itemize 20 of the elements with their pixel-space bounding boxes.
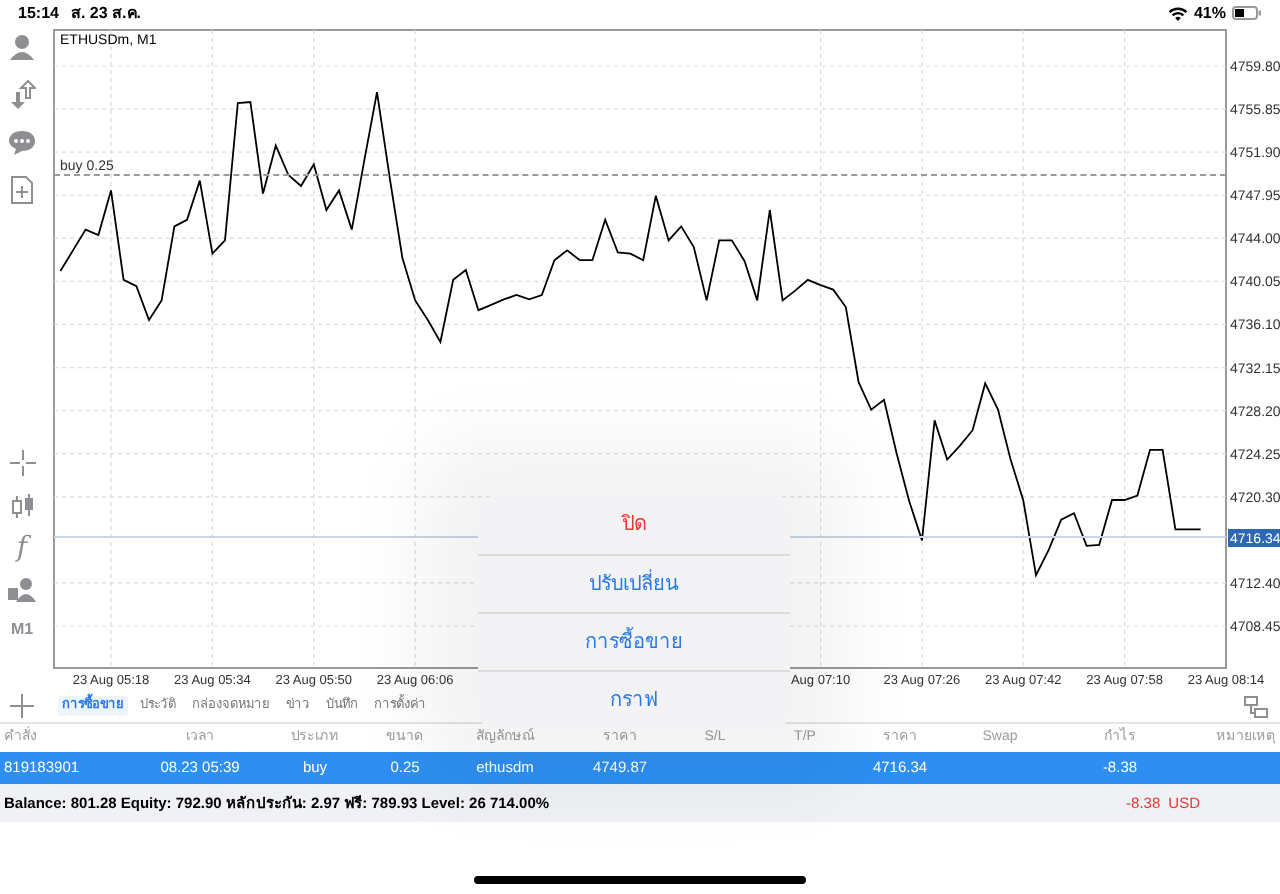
people-icon[interactable]: [8, 576, 36, 602]
menu-item[interactable]: ปิด: [478, 496, 790, 554]
timeframe-button[interactable]: M1: [10, 618, 34, 642]
add-icon[interactable]: [10, 694, 34, 718]
chat-icon[interactable]: [8, 128, 36, 158]
status-date: ส. 23 ส.ค.: [70, 1, 141, 25]
menu-item[interactable]: การซื้อขาย: [478, 612, 790, 670]
menu-item[interactable]: กราฟ: [478, 670, 790, 728]
arrows-icon[interactable]: [8, 80, 36, 110]
battery-icon: [1232, 6, 1262, 20]
wifi-icon: [1167, 5, 1188, 21]
clock-time: 15:14: [18, 1, 59, 25]
document-plus-icon[interactable]: [8, 176, 36, 206]
layout-icon[interactable]: [1244, 695, 1268, 717]
menu-item[interactable]: ปรับเปลี่ยน: [478, 554, 790, 612]
battery-percent: 41%: [1193, 1, 1226, 25]
candlestick-icon[interactable]: [9, 494, 35, 520]
crosshair-icon[interactable]: [9, 450, 35, 476]
function-glyph[interactable]: f: [16, 532, 28, 564]
person-icon[interactable]: [8, 32, 36, 62]
